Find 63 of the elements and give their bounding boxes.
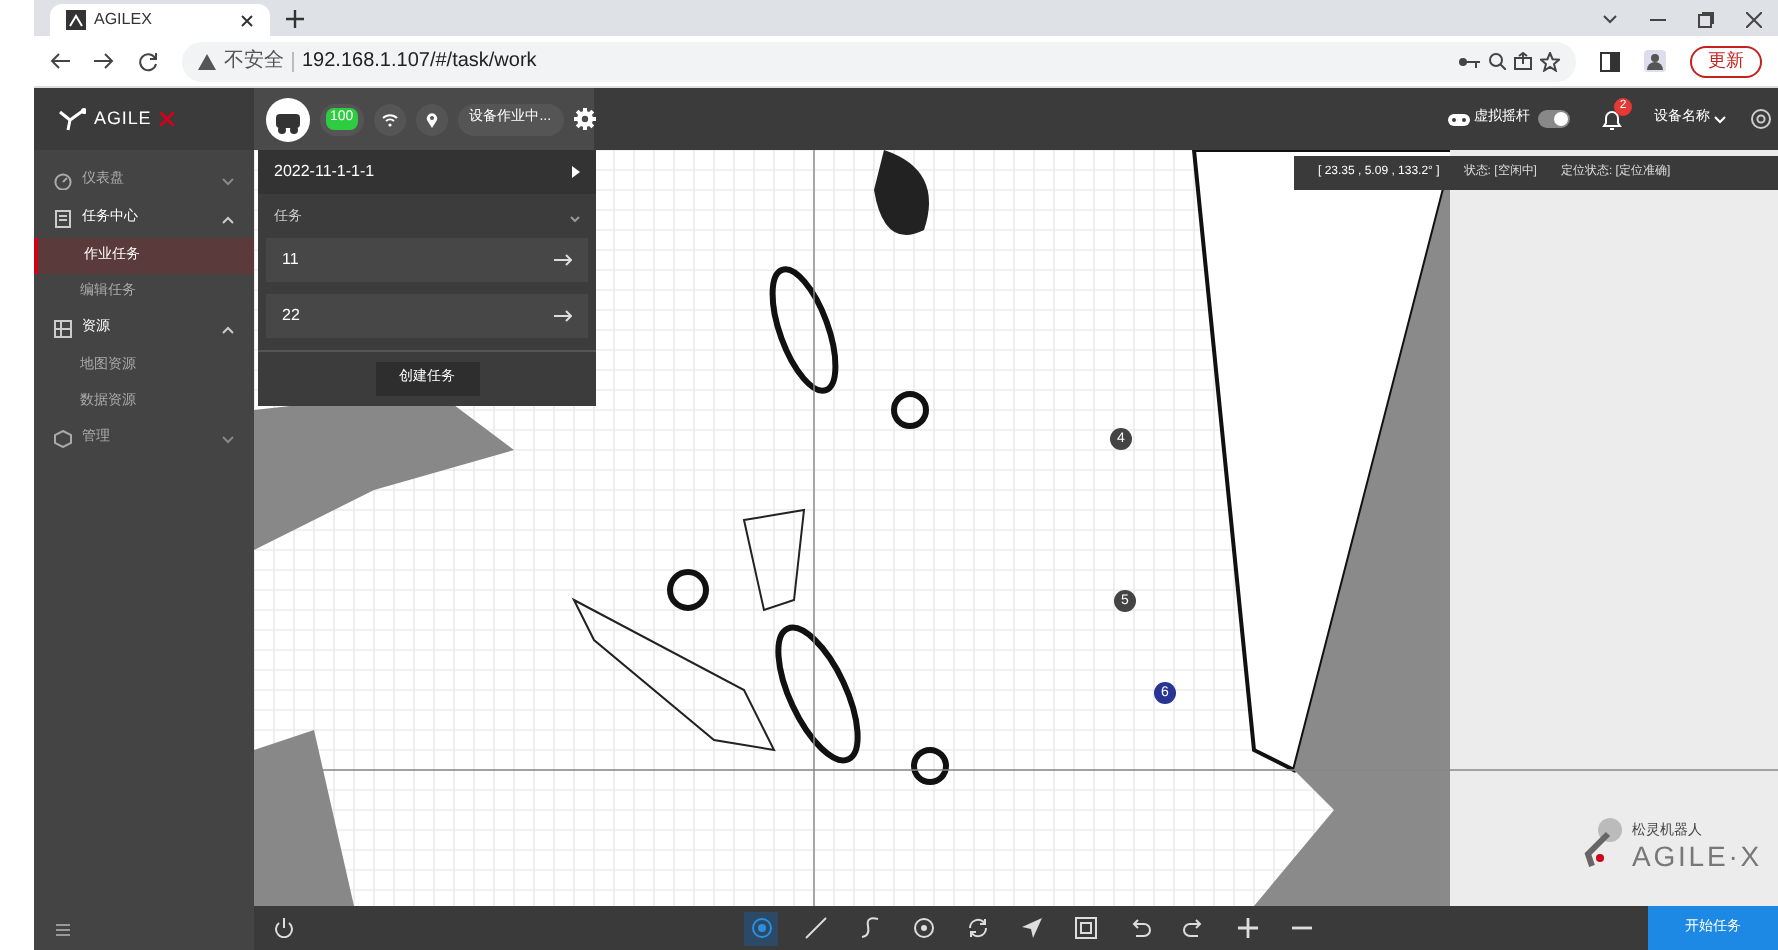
zoom-icon[interactable] [1488, 52, 1506, 70]
bell-icon[interactable] [1602, 107, 1622, 131]
refresh-icon [965, 916, 989, 940]
forward-icon[interactable] [94, 52, 114, 70]
location-pin-icon [415, 103, 448, 135]
joystick-toggle[interactable] [1538, 110, 1570, 128]
undo-icon [1127, 916, 1151, 940]
navigation-arrow-icon [1019, 916, 1043, 940]
chevron-down-icon [222, 177, 234, 185]
menu-icon[interactable] [56, 924, 70, 936]
profile-icon[interactable] [1644, 50, 1666, 72]
document-icon [54, 210, 72, 228]
new-tab-icon[interactable] [286, 10, 304, 28]
logo-icon [58, 107, 86, 131]
address-bar[interactable]: 不安全 192.168.1.107/#/task/work [182, 41, 1576, 81]
minimize-icon[interactable] [1650, 18, 1666, 22]
tab-title: AGILEX [94, 8, 154, 32]
close-icon[interactable] [1746, 12, 1762, 28]
arrow-right-icon [554, 310, 572, 322]
chevron-down-icon [222, 435, 234, 443]
target-icon [911, 916, 935, 940]
task-item[interactable]: 11 [266, 238, 588, 282]
gamepad-icon [1448, 111, 1470, 127]
key-icon[interactable] [1458, 55, 1480, 67]
dashboard-icon [54, 172, 72, 190]
x-mark-icon [159, 112, 174, 126]
line-icon [803, 916, 827, 940]
settings-icon[interactable] [1750, 108, 1772, 130]
chevron-down-icon [570, 215, 580, 221]
redo-icon [1181, 916, 1205, 940]
power-icon[interactable] [274, 918, 294, 938]
side-panel-icon[interactable] [1600, 51, 1620, 71]
fit-screen-icon [1073, 916, 1097, 940]
logo-text: AGILE [94, 105, 152, 132]
robot-arm-icon [1579, 818, 1624, 870]
wifi-icon [373, 103, 406, 135]
robot-avatar-icon [266, 97, 310, 141]
curve-icon [857, 916, 881, 940]
chevron-down-icon[interactable] [1602, 14, 1618, 24]
warning-icon [198, 53, 216, 69]
back-icon[interactable] [50, 52, 70, 70]
favicon-icon [66, 10, 86, 30]
map-selector[interactable]: 2022-11-1-1-1 [258, 150, 596, 194]
browser-tab[interactable]: AGILEX [50, 4, 270, 36]
security-label: 不安全 [224, 47, 284, 76]
update-button[interactable]: 更新 [1690, 45, 1762, 77]
star-icon[interactable] [1540, 51, 1560, 71]
url-text: 192.168.1.107/#/task/work [302, 48, 539, 76]
plus-icon [1235, 916, 1259, 940]
reload-icon[interactable] [138, 51, 158, 71]
play-icon [572, 166, 580, 178]
close-icon[interactable] [240, 13, 254, 27]
cube-icon [54, 430, 72, 448]
target-icon [749, 916, 773, 940]
task-item[interactable]: 22 [266, 294, 588, 338]
grid-icon [54, 320, 72, 338]
share-icon[interactable] [1514, 52, 1532, 70]
arrow-right-icon [554, 254, 572, 266]
chevron-up-icon [222, 215, 234, 223]
restore-icon[interactable] [1698, 12, 1714, 28]
chevron-up-icon [222, 325, 234, 333]
map-drawing[interactable] [254, 150, 1778, 906]
brand-name: AGILE·X [1631, 842, 1762, 870]
